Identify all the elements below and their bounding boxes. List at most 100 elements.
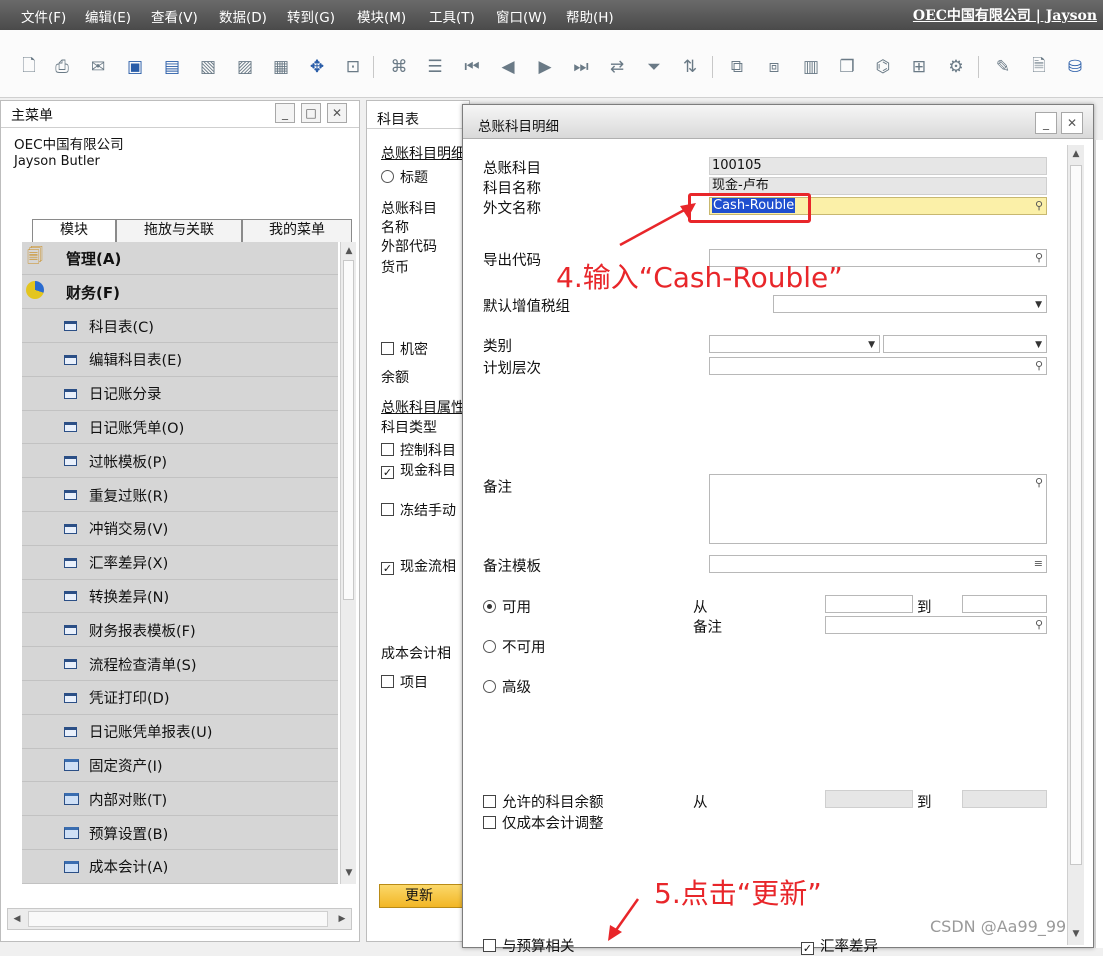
menu-item[interactable]: 日记账凭单(O) [22,411,338,445]
menu-data[interactable]: 数据(D) [219,6,267,26]
lookup-icon[interactable]: ⚲ [1035,617,1043,633]
scroll-right-icon[interactable]: ▶ [335,912,349,926]
menu-item[interactable]: 固定资产(I) [22,749,338,783]
active-remarks-field[interactable]: ⚲ [825,616,1047,634]
gross-profit-icon[interactable]: ⊞ [908,56,930,78]
last-record-icon[interactable]: ⏭ [570,56,592,78]
email-icon[interactable]: ✉ [87,56,109,78]
active-from-field[interactable] [825,595,913,613]
menu-window[interactable]: 窗口(W) [496,6,547,26]
module-financials[interactable]: 财务(F) [22,276,338,309]
copy-icon[interactable]: ❐ [836,56,858,78]
module-list-scrollbar[interactable]: ▲ ▼ [340,242,356,884]
previous-record-icon[interactable]: ◀ [497,56,519,78]
coa-confidential-checkbox[interactable]: 机密 [381,339,428,359]
scroll-down-icon[interactable]: ▼ [342,866,356,880]
menu-item[interactable]: 凭证打印(D) [22,682,338,715]
menu-goto[interactable]: 转到(G) [287,6,335,26]
tab-my-menu[interactable]: 我的菜单 [242,219,352,242]
tab-drag-relate[interactable]: 拖放与关联 [116,219,242,242]
radio-icon[interactable] [483,680,496,693]
cost-adjust-checkbox[interactable]: 仅成本会计调整 [483,812,604,833]
close-button[interactable]: ✕ [327,103,347,123]
filter-icon[interactable]: ⏷ [643,56,665,78]
coa-cash-flow-checkbox[interactable]: ✓ 现金流相 [381,556,456,576]
checkbox-checked-icon[interactable]: ✓ [381,466,394,479]
print-icon[interactable]: ⎙ [51,56,73,78]
checkbox-icon[interactable] [381,675,394,688]
menu-item[interactable]: 过帐模板(P) [22,445,338,479]
refresh-icon[interactable]: ⇄ [606,56,628,78]
lock-icon[interactable]: ⊡ [342,56,364,78]
active-radio[interactable]: 可用 [483,596,531,617]
calculator-icon[interactable]: ▥ [800,56,822,78]
menu-item[interactable]: 汇率差异(X) [22,547,338,580]
tab-modules[interactable]: 模块 [32,219,116,243]
save-icon[interactable]: ▤ [161,56,183,78]
menu-modules[interactable]: 模块(M) [357,6,406,26]
exchange-diff-checkbox[interactable]: ✓ 汇率差异 [801,935,878,956]
title-radio-icon[interactable] [381,170,394,183]
minimize-button[interactable]: _ [275,103,295,123]
word-icon[interactable]: ▨ [234,56,256,78]
lookup-icon[interactable]: ⚲ [1035,475,1043,491]
first-record-icon[interactable]: ⏮ [461,56,483,78]
launch-icon[interactable]: ✥ [306,56,328,78]
list-icon[interactable]: ≡ [1034,556,1043,572]
lookup-icon[interactable]: ⚲ [1035,198,1043,214]
scroll-up-icon[interactable]: ▲ [1069,147,1083,161]
category-select-2[interactable]: ▼ [883,335,1047,353]
user-icon[interactable]: ⛁ [1064,56,1086,78]
menu-item[interactable]: 转换差异(N) [22,580,338,614]
menu-item[interactable]: 预算设置(B) [22,817,338,850]
target-document-icon[interactable]: ⧈ [763,56,785,78]
planning-level-field[interactable]: ⚲ [709,357,1047,375]
scroll-thumb[interactable] [28,911,328,927]
scroll-up-icon[interactable]: ▲ [342,244,356,258]
checkbox-icon[interactable] [381,503,394,516]
default-vat-group-select[interactable]: ▼ [773,295,1047,313]
menu-item[interactable]: 日记账凭单报表(U) [22,716,338,749]
menu-view[interactable]: 查看(V) [151,6,198,26]
menu-help[interactable]: 帮助(H) [566,6,614,26]
scroll-thumb[interactable] [343,260,354,600]
document-settings-icon[interactable]: 🗎 [1028,56,1050,78]
coa-title-radio[interactable]: 标题 [381,167,428,187]
coa-project-checkbox[interactable]: 项目 [381,672,428,692]
checkbox-checked-icon[interactable]: ✓ [801,942,814,955]
excel-icon[interactable]: ▧ [197,56,219,78]
module-administration[interactable]: 🗐 管理(A) [22,242,338,275]
menu-item[interactable]: 重复过账(R) [22,479,338,512]
scroll-left-icon[interactable]: ◀ [10,912,24,926]
menu-file[interactable]: 文件(F) [21,6,66,26]
maximize-button[interactable]: □ [301,103,321,123]
scroll-down-icon[interactable]: ▼ [1069,927,1083,941]
checkbox-icon[interactable] [381,342,394,355]
lookup-icon[interactable]: ⚲ [1035,358,1043,374]
coa-block-manual-checkbox[interactable]: 冻结手动 [381,500,456,520]
advanced-radio[interactable]: 高级 [483,676,531,697]
checkbox-checked-icon[interactable]: ✓ [381,562,394,575]
menu-item[interactable]: 成本会计(A) [22,851,338,884]
sort-icon[interactable]: ⇅ [679,56,701,78]
menu-edit[interactable]: 编辑(E) [85,6,131,26]
radio-icon[interactable] [483,640,496,653]
list-icon[interactable]: ☰ [424,56,446,78]
coa-control-account-checkbox[interactable]: 控制科目 [381,440,456,460]
allowed-balance-checkbox[interactable]: 允许的科目余额 [483,791,604,812]
menu-item[interactable]: 编辑科目表(E) [22,344,338,377]
next-record-icon[interactable]: ▶ [534,56,556,78]
checkbox-icon[interactable] [483,939,496,952]
checkbox-icon[interactable] [381,443,394,456]
remarks-template-field[interactable]: ≡ [709,555,1047,573]
tree-icon[interactable]: ⌬ [872,56,894,78]
dialog-minimize-button[interactable]: _ [1035,112,1057,134]
menu-item[interactable]: 内部对账(T) [22,783,338,817]
preview-icon[interactable]: 🗋 [18,56,40,78]
menu-item[interactable]: 科目表(C) [22,310,338,343]
menu-item[interactable]: 日记账分录 [22,378,338,411]
find-icon[interactable]: ⌘ [388,56,410,78]
edit-icon[interactable]: ✎ [992,56,1014,78]
scroll-thumb[interactable] [1070,165,1082,865]
budget-related-checkbox[interactable]: 与预算相关 [483,935,575,956]
